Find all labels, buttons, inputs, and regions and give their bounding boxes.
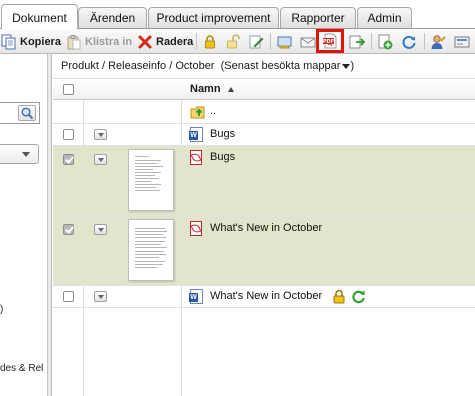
select-all-checkbox[interactable]	[63, 84, 74, 95]
row-checkbox[interactable]	[63, 224, 74, 235]
delete-button[interactable]: Radera	[137, 32, 193, 51]
word-document-icon: W	[189, 127, 204, 142]
search-button[interactable]	[18, 105, 36, 121]
file-name[interactable]: Bugs	[210, 128, 235, 140]
user-icon	[430, 34, 446, 50]
create-pdf-button[interactable]: PDF	[316, 29, 344, 53]
unlock-icon	[225, 33, 241, 50]
refresh-button[interactable]	[401, 32, 417, 51]
row-menu-button[interactable]	[94, 224, 107, 235]
search-icon	[19, 105, 35, 121]
table-row[interactable]: W Bugs	[53, 124, 475, 146]
recent-folders-label: (Senast besökta mappar	[220, 60, 341, 72]
copy-button[interactable]: Kopiera	[1, 32, 61, 51]
file-name[interactable]: Bugs	[210, 151, 235, 163]
user-button[interactable]	[430, 32, 446, 51]
settings-icon	[454, 34, 470, 50]
toolbar-separator	[424, 33, 425, 50]
table-header: Namn	[53, 80, 475, 100]
sort-ascending-icon	[227, 86, 234, 92]
file-name[interactable]: What's New in October	[210, 290, 322, 302]
delete-icon	[137, 34, 153, 50]
tab-product-improvement[interactable]: Product improvement	[148, 7, 279, 29]
search-field[interactable]	[0, 102, 40, 124]
pdf-file-icon	[190, 221, 204, 236]
edit-icon	[248, 34, 264, 50]
row-menu-button[interactable]	[94, 129, 107, 140]
parent-folder-row[interactable]: ..	[53, 101, 475, 124]
table-row[interactable]: Bugs	[53, 146, 475, 216]
tab-admin[interactable]: Admin	[357, 7, 412, 29]
lock-icon	[202, 34, 218, 50]
tab-rapporter[interactable]: Rapporter	[280, 7, 356, 29]
paste-label: Klistra in	[85, 35, 133, 48]
tree-item-partial[interactable]: des & Rel	[0, 363, 43, 374]
document-thumbnail[interactable]	[128, 149, 174, 211]
recent-folders-dropdown[interactable]: (Senast besökta mappar)	[221, 60, 355, 72]
email-button[interactable]	[300, 32, 316, 51]
tree-item-partial[interactable]: )	[0, 304, 3, 315]
row-checkbox[interactable]	[63, 154, 74, 165]
breadcrumb-path[interactable]: Produkt / Releaseinfo / October	[61, 60, 214, 72]
tab-bar: Dokument Ärenden Product improvement Rap…	[0, 0, 475, 29]
pane-splitter[interactable]	[48, 54, 52, 396]
delete-label: Radera	[156, 35, 194, 48]
unlock-button[interactable]	[225, 32, 241, 51]
left-pane: ) des & Rel	[0, 54, 48, 396]
word-document-icon: W	[189, 289, 204, 304]
paste-button[interactable]: Klistra in	[66, 32, 132, 51]
edit-button[interactable]	[248, 32, 264, 51]
row-menu-button[interactable]	[94, 154, 107, 165]
file-list: Namn .. W Bugs Bugs What's New in Octobe…	[53, 80, 475, 396]
row-menu-button[interactable]	[94, 291, 107, 302]
add-button[interactable]	[377, 32, 393, 51]
table-row[interactable]: W What's New in October	[53, 286, 475, 308]
pdf-icon: PDF	[322, 33, 338, 49]
move-button[interactable]	[277, 32, 293, 51]
paste-icon	[66, 34, 82, 50]
tab-arenden[interactable]: Ärenden	[78, 7, 147, 29]
column-name-label: Namn	[190, 83, 221, 95]
move-icon	[277, 34, 293, 50]
lock-icon	[332, 289, 346, 304]
add-icon	[377, 34, 393, 50]
toolbar-separator	[371, 33, 372, 50]
copy-icon	[1, 34, 17, 50]
tab-dokument[interactable]: Dokument	[1, 4, 78, 29]
copy-label: Kopiera	[20, 35, 61, 48]
parent-folder-label: ..	[210, 105, 217, 117]
row-checkbox[interactable]	[63, 291, 74, 302]
toolbar-separator	[196, 33, 197, 50]
lock-button[interactable]	[202, 32, 218, 51]
settings-button[interactable]	[454, 32, 470, 51]
breadcrumb: Produkt / Releaseinfo / October (Senast …	[53, 54, 475, 79]
toolbar-separator	[270, 33, 271, 50]
chevron-down-icon	[22, 152, 30, 157]
row-checkbox[interactable]	[63, 129, 74, 140]
email-icon	[300, 34, 316, 50]
pdf-file-icon	[190, 150, 204, 165]
refresh-icon	[401, 34, 417, 50]
filter-select[interactable]	[0, 144, 39, 164]
export-icon	[349, 34, 366, 50]
column-header-name[interactable]: Namn	[190, 83, 234, 95]
document-thumbnail[interactable]	[128, 219, 174, 281]
folder-up-icon	[190, 104, 205, 119]
toolbar: Kopiera Klistra in Radera PDF	[0, 29, 475, 54]
sync-icon[interactable]	[351, 289, 366, 304]
file-name[interactable]: What's New in October	[210, 222, 322, 234]
table-row[interactable]: What's New in October	[53, 216, 475, 286]
export-button[interactable]	[349, 32, 366, 51]
